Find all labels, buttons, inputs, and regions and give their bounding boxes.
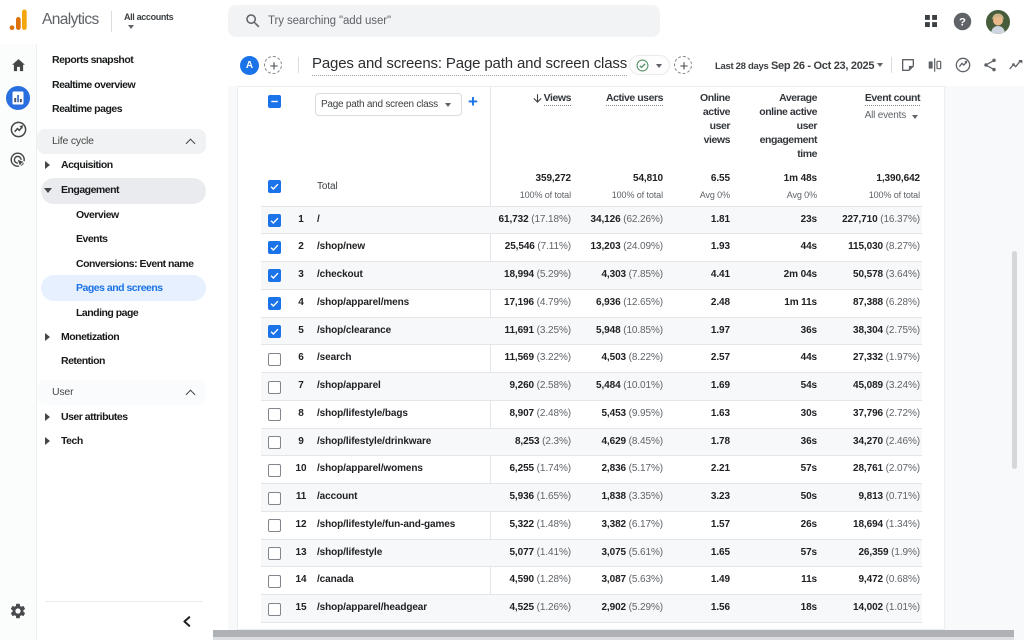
- svg-text:?: ?: [959, 17, 966, 29]
